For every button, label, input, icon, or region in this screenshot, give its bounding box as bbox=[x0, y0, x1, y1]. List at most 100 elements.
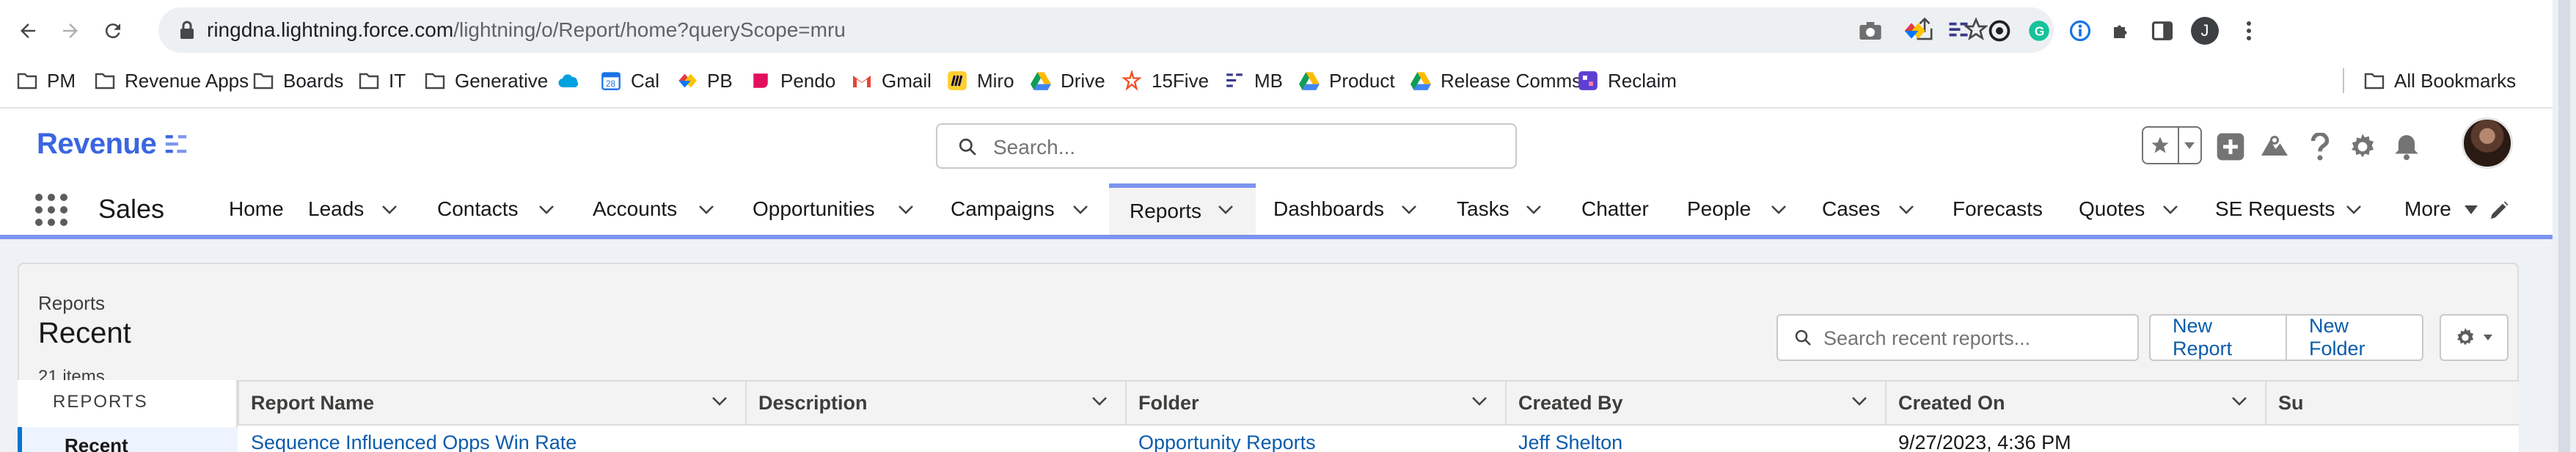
global-create-icon[interactable] bbox=[2212, 128, 2249, 166]
created-on-value: 9/27/2023, 4:36 PM bbox=[1898, 431, 2071, 452]
bookmark-generative[interactable]: Generative bbox=[424, 66, 548, 95]
report-name-link[interactable]: Sequence Influenced Opps Win Rate bbox=[251, 431, 577, 452]
help-icon[interactable] bbox=[2302, 128, 2338, 166]
chevron-down-icon[interactable] bbox=[1895, 201, 1917, 219]
chevron-down-icon[interactable] bbox=[711, 396, 728, 410]
nav-item-forecasts[interactable]: Forecasts bbox=[1953, 183, 2043, 235]
new-report-button[interactable]: New Report bbox=[2151, 316, 2286, 360]
bookmark-release-comms[interactable]: Release Comms bbox=[1410, 66, 1581, 95]
breadcrumb: Reports bbox=[38, 292, 106, 314]
chevron-down-icon[interactable] bbox=[895, 201, 917, 219]
nav-item-chatter[interactable]: Chatter bbox=[1581, 183, 1649, 235]
user-avatar[interactable] bbox=[2462, 117, 2513, 169]
url-text: ringdna.lightning.force.com/lightning/o/… bbox=[207, 17, 846, 43]
bookmark-pm[interactable]: PM bbox=[16, 66, 76, 95]
nav-item-leads[interactable]: Leads bbox=[308, 183, 364, 235]
productboard-extension-icon[interactable] bbox=[1900, 16, 1929, 45]
sidebar-item-recent[interactable]: Recent bbox=[18, 427, 238, 452]
nav-item-dashboards[interactable]: Dashboards bbox=[1273, 183, 1384, 235]
favorites-button[interactable] bbox=[2142, 126, 2202, 164]
all-bookmarks[interactable]: All Bookmarks bbox=[2343, 66, 2516, 95]
extensions-puzzle-icon[interactable] bbox=[2107, 16, 2136, 45]
chevron-down-icon[interactable] bbox=[1215, 201, 1237, 219]
bookmark-pb[interactable]: PB bbox=[676, 66, 733, 95]
bookmark-miro[interactable]: Miro bbox=[946, 66, 1014, 95]
scrollbar-thumb[interactable] bbox=[2558, 0, 2570, 452]
bookmark-product[interactable]: Product bbox=[1298, 66, 1395, 95]
notifications-bell-icon[interactable] bbox=[2388, 128, 2425, 166]
forward-button[interactable] bbox=[53, 13, 88, 48]
nav-item-contacts[interactable]: Contacts bbox=[437, 183, 519, 235]
column-header-description[interactable]: Description bbox=[745, 382, 1125, 426]
nav-item-accounts[interactable]: Accounts bbox=[593, 183, 677, 235]
bookmark-reclaim[interactable]: Reclaim bbox=[1577, 66, 1677, 95]
window-scrollbar[interactable] bbox=[2553, 0, 2576, 452]
trailhead-icon[interactable] bbox=[2256, 128, 2293, 166]
app-launcher-icon[interactable] bbox=[35, 194, 67, 226]
setup-gear-icon[interactable] bbox=[2344, 128, 2381, 166]
bookmark-it[interactable]: IT bbox=[358, 66, 406, 95]
nav-item-quotes[interactable]: Quotes bbox=[2079, 183, 2145, 235]
nav-item-label: Forecasts bbox=[1953, 197, 2043, 220]
bookmark-salesforce[interactable] bbox=[557, 66, 579, 95]
chevron-down-icon[interactable] bbox=[2159, 201, 2181, 219]
bookmark-cal[interactable]: 28 Cal bbox=[600, 66, 659, 95]
column-header-created-by[interactable]: Created By bbox=[1505, 382, 1885, 426]
openai-extension-icon[interactable] bbox=[1985, 16, 2014, 45]
address-bar[interactable]: ringdna.lightning.force.com/lightning/o/… bbox=[158, 7, 2054, 53]
caret-down-icon[interactable] bbox=[2460, 201, 2482, 219]
chevron-down-icon[interactable] bbox=[1069, 201, 1091, 219]
bookmark-pendo[interactable]: Pendo bbox=[750, 66, 835, 95]
chevron-down-icon[interactable] bbox=[2343, 201, 2365, 219]
nav-item-more[interactable]: More bbox=[2404, 183, 2451, 235]
chevron-down-icon[interactable] bbox=[1523, 201, 1545, 219]
created-by-link[interactable]: Jeff Shelton bbox=[1518, 431, 1622, 452]
bookmark-mb[interactable]: MB bbox=[1223, 66, 1283, 95]
nav-item-se-requests[interactable]: SE Requests bbox=[2215, 183, 2335, 235]
column-header-created-on[interactable]: Created On bbox=[1885, 382, 2265, 426]
grammarly-extension-icon[interactable]: G bbox=[2024, 16, 2054, 45]
nav-item-home[interactable]: Home bbox=[229, 183, 284, 235]
reload-button[interactable] bbox=[95, 13, 131, 48]
list-settings-button[interactable] bbox=[2440, 314, 2509, 361]
column-header-folder[interactable]: Folder bbox=[1125, 382, 1505, 426]
chrome-menu-icon[interactable] bbox=[2234, 16, 2264, 45]
bookmark-15five[interactable]: 15Five bbox=[1121, 66, 1209, 95]
bookmark-boards[interactable]: Boards bbox=[252, 66, 343, 95]
folder-link[interactable]: Opportunity Reports bbox=[1138, 431, 1316, 452]
new-folder-button[interactable]: New Folder bbox=[2287, 316, 2422, 360]
nav-item-tasks[interactable]: Tasks bbox=[1457, 183, 1510, 235]
chevron-down-icon[interactable] bbox=[535, 201, 557, 219]
bookmark-gmail[interactable]: Gmail bbox=[851, 66, 932, 95]
bookmark-revenue-apps[interactable]: Revenue Apps bbox=[94, 66, 249, 95]
camera-extension-icon[interactable] bbox=[1856, 16, 1885, 45]
chevron-down-icon[interactable] bbox=[1851, 396, 1867, 410]
back-button[interactable] bbox=[10, 13, 45, 48]
nav-item-opportunities[interactable]: Opportunities bbox=[753, 183, 875, 235]
chevron-down-icon[interactable] bbox=[695, 201, 717, 219]
chevron-down-icon[interactable] bbox=[1471, 396, 1488, 410]
profile-avatar[interactable]: J bbox=[2190, 16, 2220, 45]
side-panel-icon[interactable] bbox=[2148, 16, 2177, 45]
bookmark-label: Pendo bbox=[780, 69, 836, 92]
column-header-subscribed[interactable]: Su bbox=[2265, 382, 2519, 426]
chevron-down-icon[interactable] bbox=[1091, 396, 1108, 410]
chevron-down-icon[interactable] bbox=[1768, 201, 1790, 219]
sidebar-item-label: Recent bbox=[65, 434, 128, 452]
chevron-down-icon[interactable] bbox=[378, 201, 400, 219]
nav-item-campaigns[interactable]: Campaigns bbox=[951, 183, 1055, 235]
nav-item-people[interactable]: People bbox=[1687, 183, 1751, 235]
revenue-logo[interactable]: Revenue bbox=[37, 128, 189, 161]
edit-nav-pencil-icon[interactable] bbox=[2488, 200, 2510, 225]
revenue-extension-icon[interactable] bbox=[1944, 16, 1973, 45]
favorite-star-icon[interactable] bbox=[2143, 128, 2179, 163]
search-recent-reports-input[interactable]: Search recent reports... bbox=[1777, 314, 2139, 361]
favorites-dropdown-icon[interactable] bbox=[2179, 128, 2200, 163]
column-header-report-name[interactable]: Report Name bbox=[238, 382, 745, 426]
global-search-input[interactable]: Search... bbox=[936, 123, 1517, 169]
chevron-down-icon[interactable] bbox=[1398, 201, 1420, 219]
bookmark-drive[interactable]: Drive bbox=[1030, 66, 1105, 95]
info-extension-icon[interactable] bbox=[2065, 16, 2095, 45]
chevron-down-icon[interactable] bbox=[2231, 396, 2247, 410]
nav-item-cases[interactable]: Cases bbox=[1822, 183, 1880, 235]
